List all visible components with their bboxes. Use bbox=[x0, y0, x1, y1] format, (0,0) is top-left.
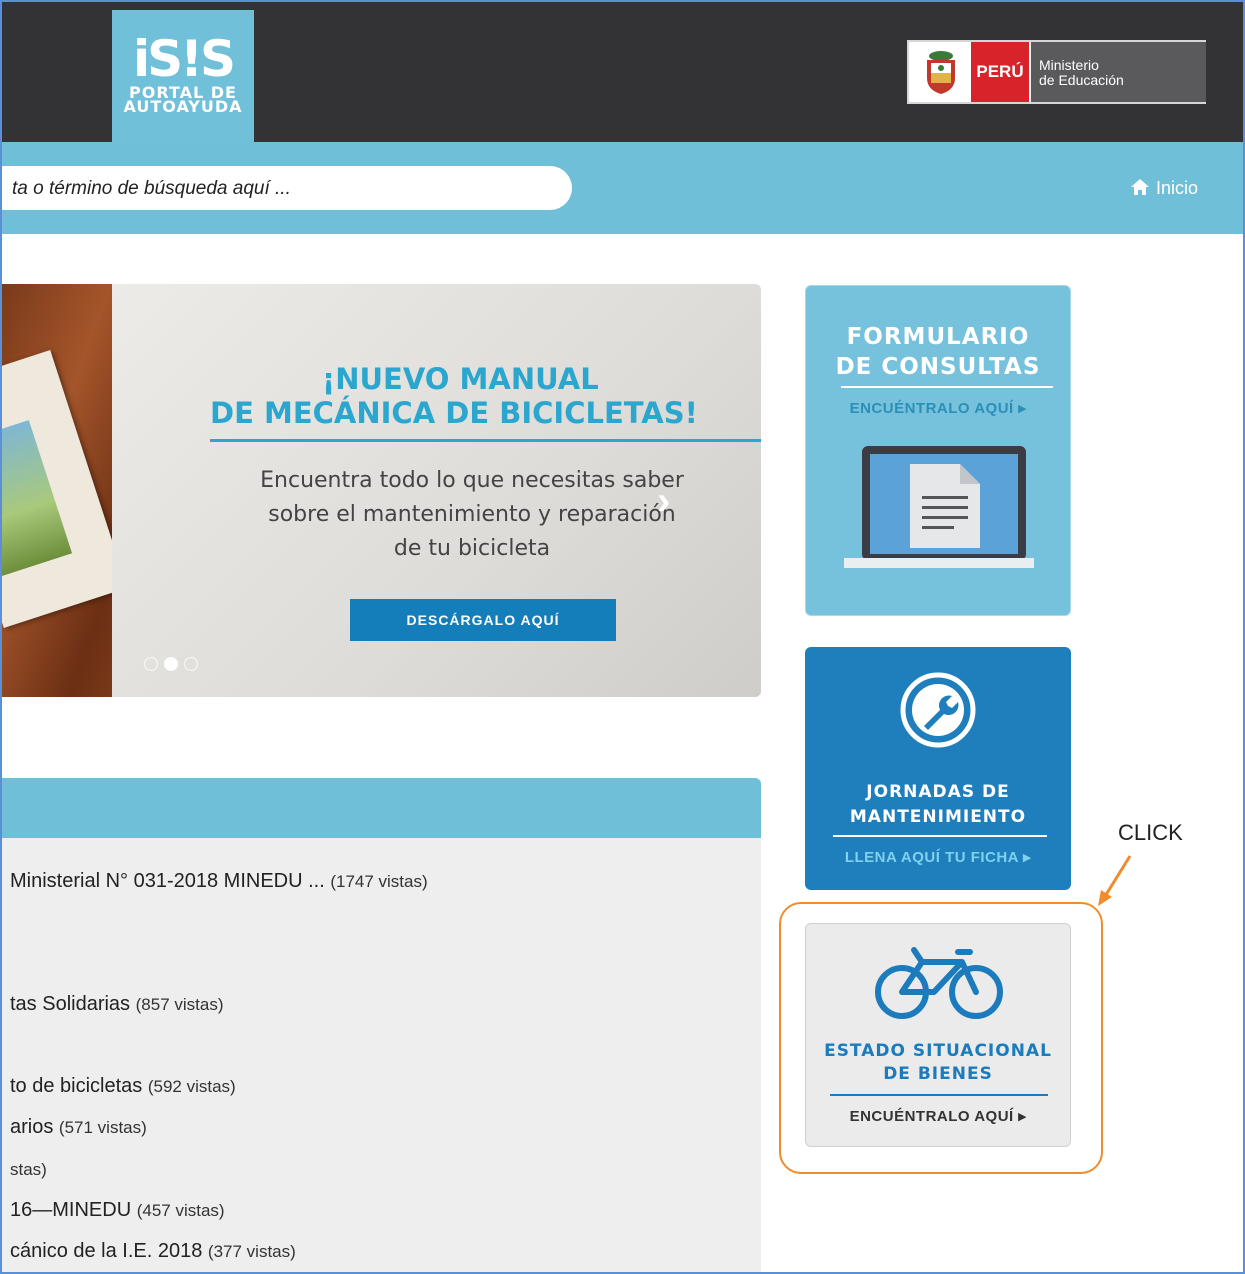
list-item-views: (377 vistas) bbox=[207, 1242, 296, 1261]
card-divider bbox=[830, 1094, 1048, 1096]
card-title-line1: JORNADAS DE bbox=[866, 782, 1010, 802]
slide-divider bbox=[210, 439, 761, 442]
list-item[interactable]: 16—MINEDU (457 vistas) bbox=[10, 1199, 225, 1222]
list-item-title[interactable]: arios bbox=[10, 1116, 53, 1138]
country-label: PERÚ bbox=[971, 42, 1029, 102]
carousel-next-icon[interactable]: › bbox=[657, 479, 670, 524]
list-item-title[interactable]: Ministerial N° 031-2018 MINEDU ... bbox=[10, 870, 325, 892]
list-item[interactable]: cánico de la I.E. 2018 (377 vistas) bbox=[10, 1240, 296, 1263]
search-placeholder: ta o término de búsqueda aquí ... bbox=[12, 178, 291, 199]
coat-of-arms-icon bbox=[927, 51, 955, 94]
search-bar: ta o término de búsqueda aquí ... Inicio bbox=[2, 142, 1243, 234]
carousel-dot-2[interactable] bbox=[164, 657, 178, 671]
list-item[interactable]: to de bicicletas (592 vistas) bbox=[10, 1075, 236, 1098]
list-item-title[interactable]: to de bicicletas bbox=[10, 1075, 142, 1097]
list-item[interactable]: arios (571 vistas) bbox=[10, 1116, 147, 1139]
home-link[interactable]: Inicio bbox=[1130, 178, 1198, 199]
list-item-title[interactable]: cánico de la I.E. 2018 bbox=[10, 1240, 202, 1262]
list-item-views: stas) bbox=[10, 1160, 47, 1179]
annotation-arrow-icon bbox=[1098, 855, 1132, 906]
carousel-indicators bbox=[144, 657, 204, 676]
manual-book-image bbox=[2, 350, 128, 628]
card-title-line2: DE CONSULTAS bbox=[835, 354, 1041, 380]
card-divider bbox=[841, 386, 1053, 388]
slide-title-line1: ¡NUEVO MANUAL bbox=[322, 362, 599, 396]
maintenance-card[interactable]: JORNADAS DE MANTENIMIENTO LLENA AQUÍ TU … bbox=[805, 647, 1071, 890]
home-label: Inicio bbox=[1156, 178, 1199, 198]
list-item-views: (1747 vistas) bbox=[330, 872, 428, 891]
list-item[interactable]: Ministerial N° 031-2018 MINEDU ... (1747… bbox=[10, 870, 428, 893]
laptop-document-icon bbox=[844, 446, 1034, 568]
list-item-views: (457 vistas) bbox=[136, 1201, 225, 1220]
carousel-dot-1[interactable] bbox=[144, 657, 158, 671]
card-title-line1: FORMULARIO bbox=[846, 324, 1030, 350]
ministry-logo[interactable]: PERÚ Ministerio de Educación bbox=[907, 40, 1206, 104]
ministry-line1: Ministerio bbox=[1039, 57, 1099, 73]
card-title-line1: ESTADO SITUACIONAL bbox=[824, 1041, 1052, 1061]
maintenance-form-link[interactable]: LLENA AQUÍ TU FICHA ▸ bbox=[805, 848, 1071, 866]
asset-status-card[interactable]: ESTADO SITUACIONAL DE BIENES ENCUÉNTRALO… bbox=[805, 923, 1071, 1147]
logo-wordmark: iS!S bbox=[133, 30, 236, 88]
wrench-icon bbox=[900, 672, 976, 748]
home-icon bbox=[1131, 179, 1149, 195]
carousel-dot-3[interactable] bbox=[184, 657, 198, 671]
asset-status-link[interactable]: ENCUÉNTRALO AQUÍ ▸ bbox=[806, 1107, 1070, 1125]
slide-title-line2: DE MECÁNICA DE BICICLETAS! bbox=[210, 396, 698, 430]
ministry-line2: de Educación bbox=[1039, 72, 1124, 88]
search-input[interactable]: ta o término de búsqueda aquí ... bbox=[2, 166, 572, 210]
ministry-name: Ministerio de Educación bbox=[1031, 42, 1206, 102]
click-annotation-label: CLICK bbox=[1118, 820, 1183, 845]
download-button[interactable]: DESCÁRGALO AQUÍ bbox=[350, 599, 616, 641]
panel-header bbox=[2, 778, 761, 838]
hero-carousel[interactable]: ¡NUEVO MANUAL DE MECÁNICA DE BICICLETAS!… bbox=[2, 284, 761, 697]
popular-articles-panel: Ministerial N° 031-2018 MINEDU ... (1747… bbox=[2, 778, 761, 1272]
card-title-line2: DE BIENES bbox=[883, 1064, 993, 1084]
logo-subtitle-line2: AUTOAYUDA bbox=[123, 97, 243, 116]
list-item-views: (592 vistas) bbox=[147, 1077, 236, 1096]
browser-frame: iS!S PORTAL DE AUTOAYUDA PERÚ Ministerio… bbox=[0, 0, 1245, 1274]
list-item-title[interactable]: 16—MINEDU bbox=[10, 1199, 131, 1221]
top-header: iS!S PORTAL DE AUTOAYUDA PERÚ Ministerio… bbox=[2, 2, 1243, 142]
card-divider bbox=[833, 835, 1047, 837]
list-item-views: (857 vistas) bbox=[135, 995, 224, 1014]
list-item-views: (571 vistas) bbox=[58, 1118, 147, 1137]
bicycle-icon bbox=[875, 947, 1003, 1019]
book-cover-illustration bbox=[2, 420, 73, 578]
consultation-link[interactable]: ENCUÉNTRALO AQUÍ ▸ bbox=[806, 399, 1070, 417]
list-item[interactable]: stas) bbox=[10, 1158, 47, 1181]
isos-logo[interactable]: iS!S PORTAL DE AUTOAYUDA bbox=[112, 10, 254, 142]
slide-description: Encuentra todo lo que necesitas saber so… bbox=[260, 468, 684, 561]
consultation-form-card[interactable]: FORMULARIO DE CONSULTAS ENCUÉNTRALO AQUÍ… bbox=[805, 285, 1071, 616]
list-item-title[interactable]: tas Solidarias bbox=[10, 993, 130, 1015]
list-item[interactable]: tas Solidarias (857 vistas) bbox=[10, 993, 224, 1016]
card-title-line2: MANTENIMIENTO bbox=[849, 807, 1027, 827]
